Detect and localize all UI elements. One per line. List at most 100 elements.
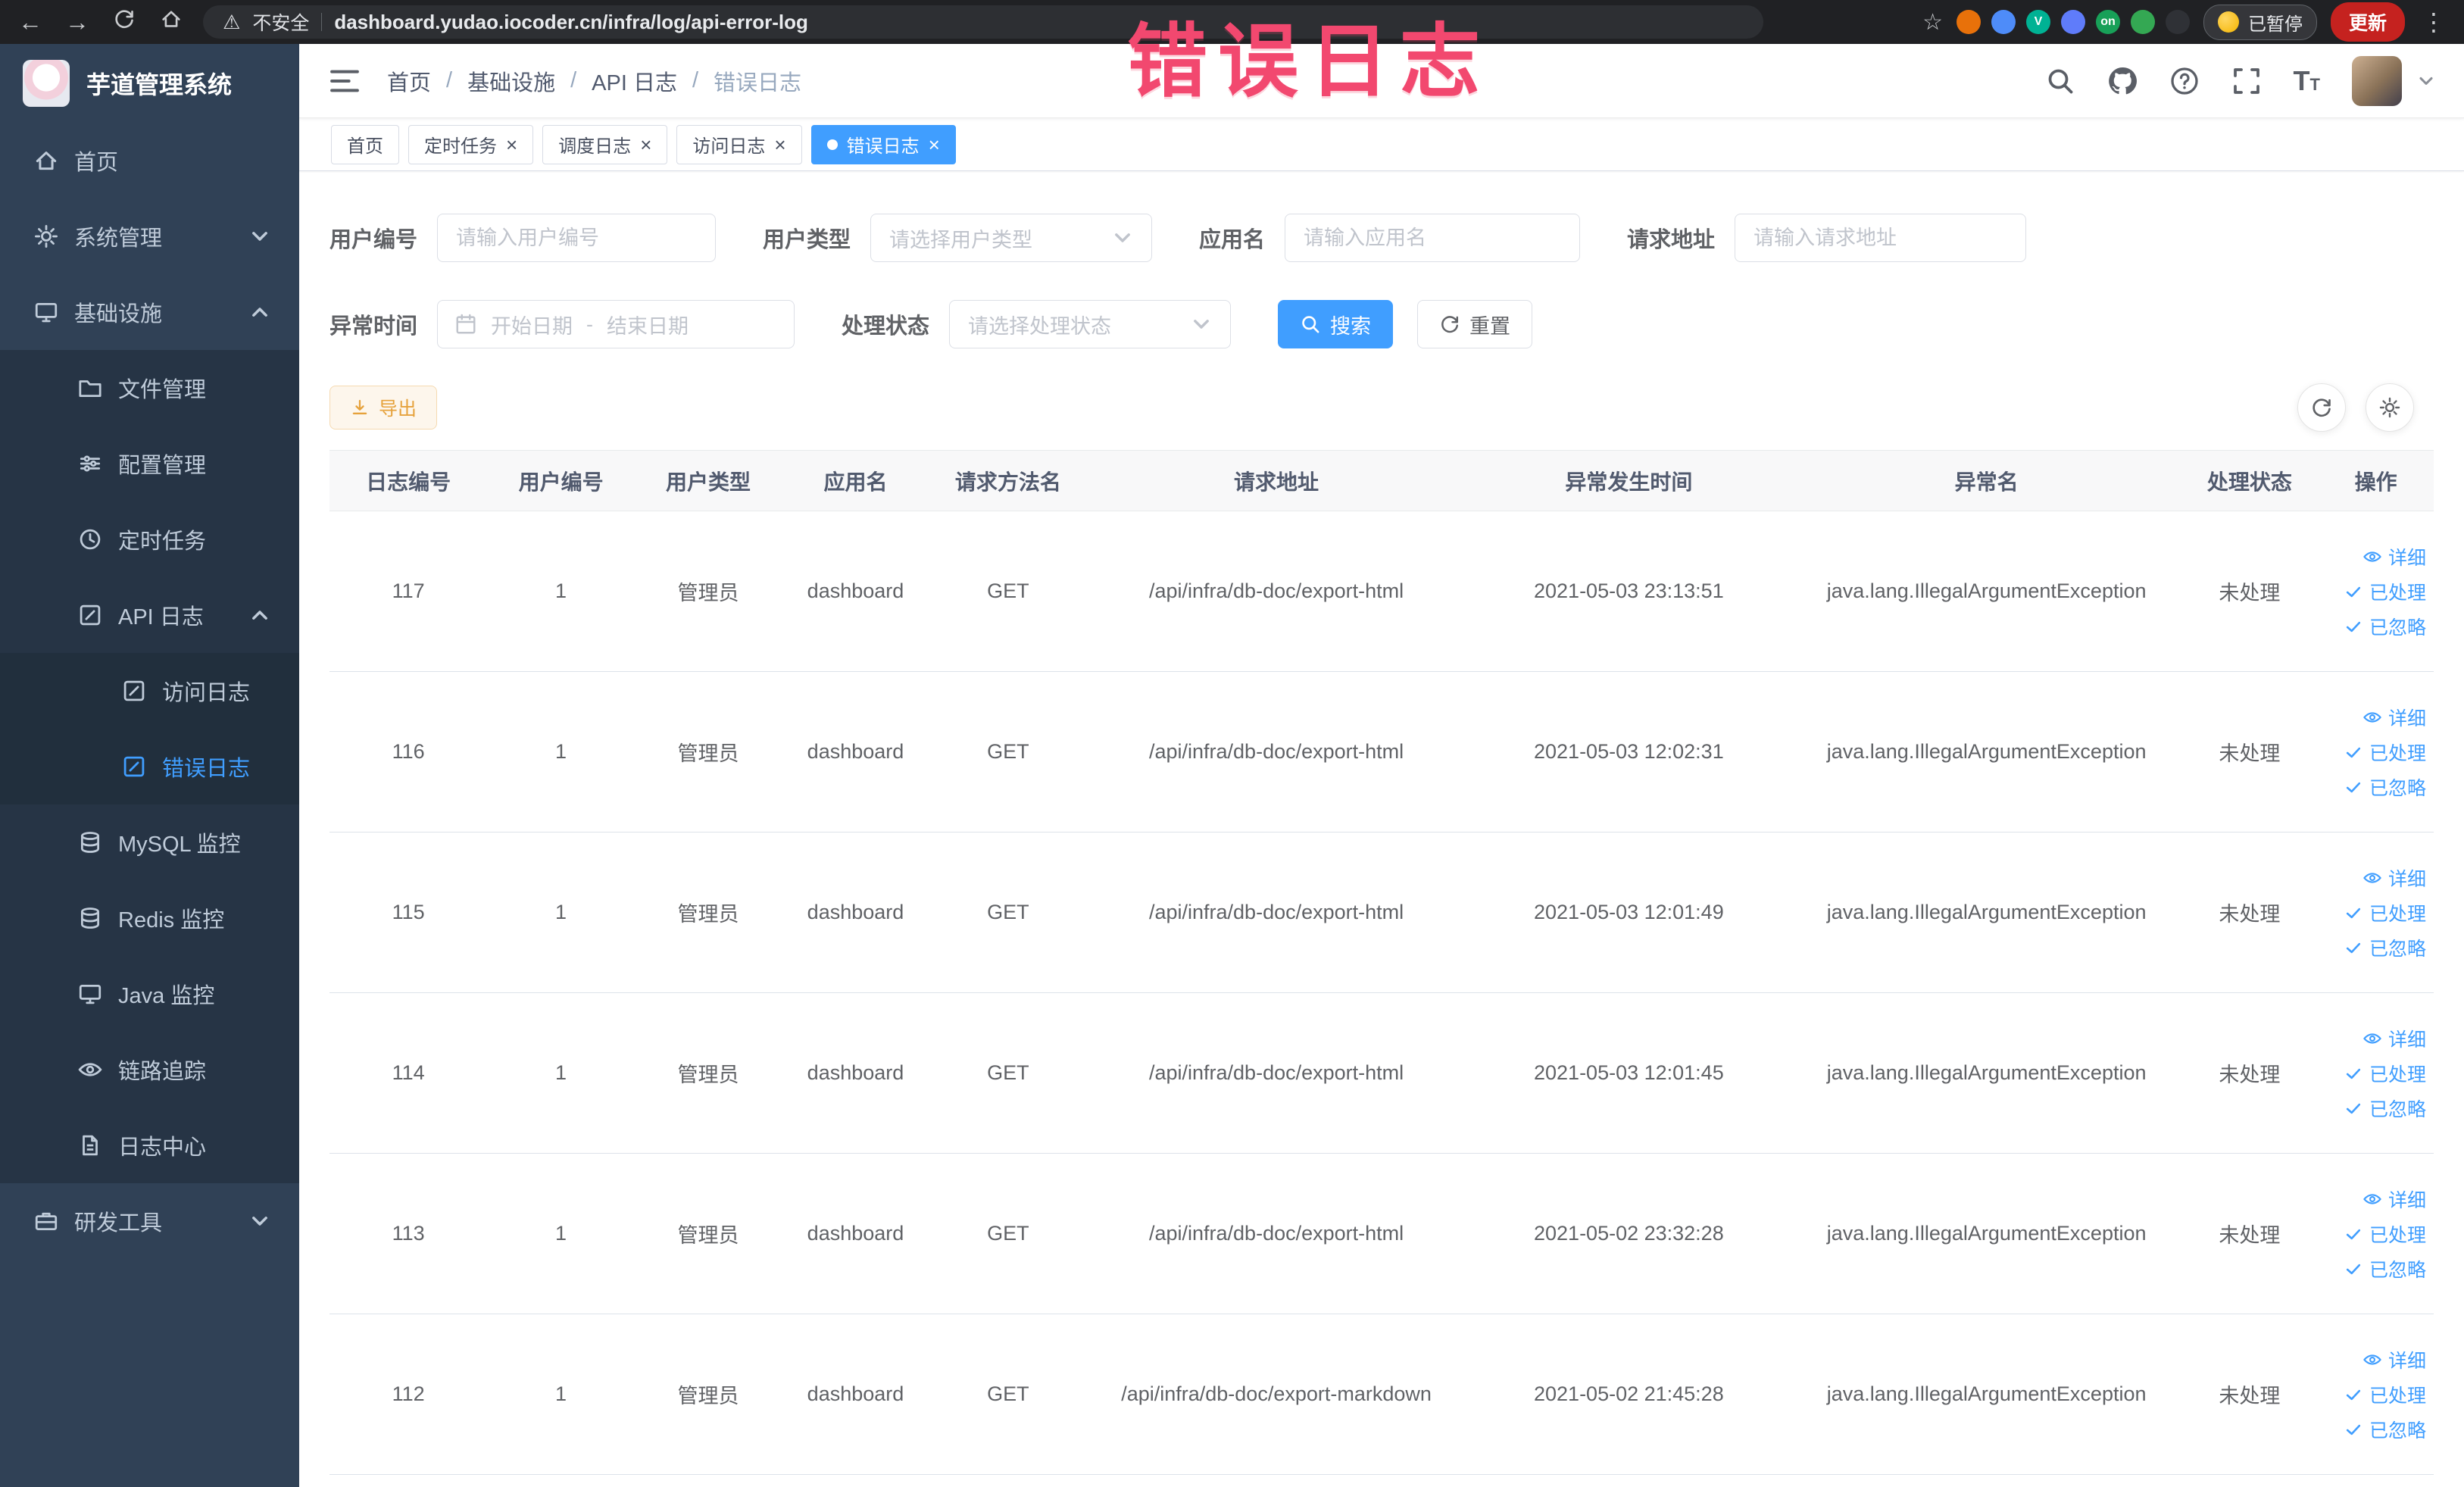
back-icon[interactable]: ← — [15, 8, 45, 36]
ignored-link[interactable]: 已忽略 — [2344, 1416, 2426, 1443]
user-type-select[interactable]: 请选择用户类型 — [870, 214, 1153, 262]
ignored-link[interactable]: 已忽略 — [2344, 613, 2426, 640]
tab-access-log[interactable]: 访问日志 × — [676, 124, 802, 164]
processed-link[interactable]: 已处理 — [2344, 1381, 2426, 1408]
help-icon[interactable] — [2169, 66, 2200, 96]
field-label: 异常时间 — [329, 314, 418, 339]
sidebar-logo[interactable]: 芋道管理系统 — [0, 44, 299, 123]
sidebar-item-log-center[interactable]: 日志中心 — [0, 1107, 299, 1183]
sidebar-item-dev-tools[interactable]: 研发工具 — [0, 1183, 299, 1259]
browser-home-icon[interactable] — [156, 8, 186, 36]
active-tab-dot — [826, 139, 838, 150]
close-icon[interactable]: × — [774, 135, 785, 155]
sidebar-item-redis-monitor[interactable]: Redis 监控 — [0, 880, 299, 956]
exception-time-cell: 2021-05-03 12:02:31 — [1466, 671, 1792, 833]
document-icon — [121, 754, 147, 779]
detail-link[interactable]: 详细 — [2363, 704, 2426, 731]
detail-link[interactable]: 详细 — [2363, 1186, 2426, 1213]
breadcrumb-item[interactable]: API 日志 — [592, 65, 677, 97]
sidebar-item-file-management[interactable]: 文件管理 — [0, 350, 299, 426]
tab-schedule-log[interactable]: 调度日志 × — [542, 124, 668, 164]
sidebar-menu: 首页 系统管理 基础设施 文件管理 配置管理 定时任务 API 日志 访问日志 … — [0, 123, 299, 1259]
check-icon — [2344, 938, 2363, 957]
ignored-link[interactable]: 已忽略 — [2344, 773, 2426, 801]
avatar[interactable] — [2352, 55, 2402, 106]
sidebar-item-mysql-monitor[interactable]: MySQL 监控 — [0, 804, 299, 880]
processed-link[interactable]: 已处理 — [2344, 739, 2426, 766]
reset-button[interactable]: 重置 — [1417, 300, 1533, 348]
hamburger-icon[interactable] — [328, 67, 361, 95]
tab-scheduled-tasks[interactable]: 定时任务 × — [408, 124, 534, 164]
sidebar-item-config-management[interactable]: 配置管理 — [0, 426, 299, 501]
processed-link[interactable]: 已处理 — [2344, 899, 2426, 926]
tab-home[interactable]: 首页 — [331, 124, 399, 164]
sidebar-item-infrastructure[interactable]: 基础设施 — [0, 274, 299, 350]
sidebar-item-access-log[interactable]: 访问日志 — [0, 653, 299, 729]
breadcrumb-separator: / — [570, 68, 577, 92]
breadcrumb-item[interactable]: 首页 — [387, 65, 431, 97]
detail-link[interactable]: 详细 — [2363, 864, 2426, 892]
action-label: 详细 — [2387, 708, 2426, 729]
close-icon[interactable]: × — [929, 135, 940, 155]
extension-icon[interactable]: on — [2095, 10, 2120, 34]
sidebar-item-api-logs[interactable]: API 日志 — [0, 577, 299, 653]
chevron-down-icon[interactable] — [2417, 72, 2435, 90]
search-icon[interactable] — [2045, 66, 2075, 96]
sidebar-item-link-tracing[interactable]: 链路追踪 — [0, 1032, 299, 1107]
detail-link[interactable]: 详细 — [2363, 543, 2426, 570]
request-url-input[interactable] — [1735, 214, 2027, 262]
filter-user-id: 用户编号 — [329, 214, 717, 262]
bookmark-star-icon[interactable]: ☆ — [1922, 9, 1943, 36]
ignored-link[interactable]: 已忽略 — [2344, 1095, 2426, 1122]
search-button[interactable]: 搜索 — [1278, 300, 1394, 348]
extension-icon[interactable] — [1956, 10, 1981, 34]
extension-icon[interactable] — [1991, 10, 2016, 34]
ignored-link[interactable]: 已忽略 — [2344, 934, 2426, 961]
extension-icon[interactable] — [2165, 10, 2190, 34]
close-icon[interactable]: × — [640, 135, 651, 155]
breadcrumb-item-current: 错误日志 — [714, 70, 802, 95]
column-settings-button[interactable] — [2366, 383, 2414, 432]
process-status-select[interactable]: 请选择处理状态 — [949, 300, 1232, 348]
export-button[interactable]: 导出 — [329, 386, 438, 430]
detail-link[interactable]: 详细 — [2363, 1346, 2426, 1373]
ignored-link[interactable]: 已忽略 — [2344, 1255, 2426, 1282]
sidebar-item-scheduled-tasks[interactable]: 定时任务 — [0, 501, 299, 577]
filter-request-url: 请求地址 — [1627, 214, 2027, 262]
extension-icon[interactable]: V — [2025, 10, 2050, 34]
reload-icon[interactable] — [109, 8, 139, 36]
status-cell: 未处理 — [2181, 832, 2319, 993]
github-icon[interactable] — [2107, 66, 2138, 96]
forward-icon[interactable]: → — [62, 8, 92, 36]
refresh-table-button[interactable] — [2297, 383, 2346, 432]
tab-error-log[interactable]: 错误日志 × — [810, 124, 956, 164]
button-label: 导出 — [379, 398, 417, 420]
fullscreen-icon[interactable] — [2231, 66, 2262, 96]
extension-icon[interactable] — [2060, 10, 2085, 34]
close-icon[interactable]: × — [506, 135, 517, 155]
sidebar-item-home[interactable]: 首页 — [0, 123, 299, 198]
date-range-picker[interactable]: 开始日期 - 结束日期 — [437, 300, 795, 348]
address-bar[interactable]: ⚠ 不安全 dashboard.yudao.iocoder.cn/infra/l… — [203, 5, 1763, 39]
app-name-input[interactable] — [1285, 214, 1581, 262]
update-button[interactable]: 更新 — [2330, 2, 2405, 42]
font-size-icon[interactable]: TT — [2294, 67, 2320, 95]
actions-cell: 详细 已处理 已忽略 — [2318, 992, 2434, 1154]
user-id-input[interactable] — [437, 214, 717, 262]
extension-icon[interactable] — [2130, 10, 2155, 34]
breadcrumb-item[interactable]: 基础设施 — [467, 65, 555, 97]
sidebar-item-error-log[interactable]: 错误日志 — [0, 729, 299, 804]
paused-badge[interactable]: 已暂停 — [2203, 4, 2317, 40]
processed-link[interactable]: 已处理 — [2344, 1220, 2426, 1248]
processed-link[interactable]: 已处理 — [2344, 1060, 2426, 1087]
field-label: 用户编号 — [329, 228, 418, 252]
sidebar-item-java-monitor[interactable]: Java 监控 — [0, 956, 299, 1032]
sidebar-item-system-management[interactable]: 系统管理 — [0, 198, 299, 274]
detail-link[interactable]: 详细 — [2363, 1025, 2426, 1052]
security-warning-icon: ⚠ — [223, 10, 241, 33]
browser-menu-icon[interactable]: ⋮ — [2419, 8, 2449, 36]
actions-cell: 详细 已处理 已忽略 — [2318, 1314, 2434, 1475]
paused-label: 已暂停 — [2247, 14, 2303, 35]
processed-link[interactable]: 已处理 — [2344, 578, 2426, 605]
column-header: 处理状态 — [2181, 450, 2319, 511]
